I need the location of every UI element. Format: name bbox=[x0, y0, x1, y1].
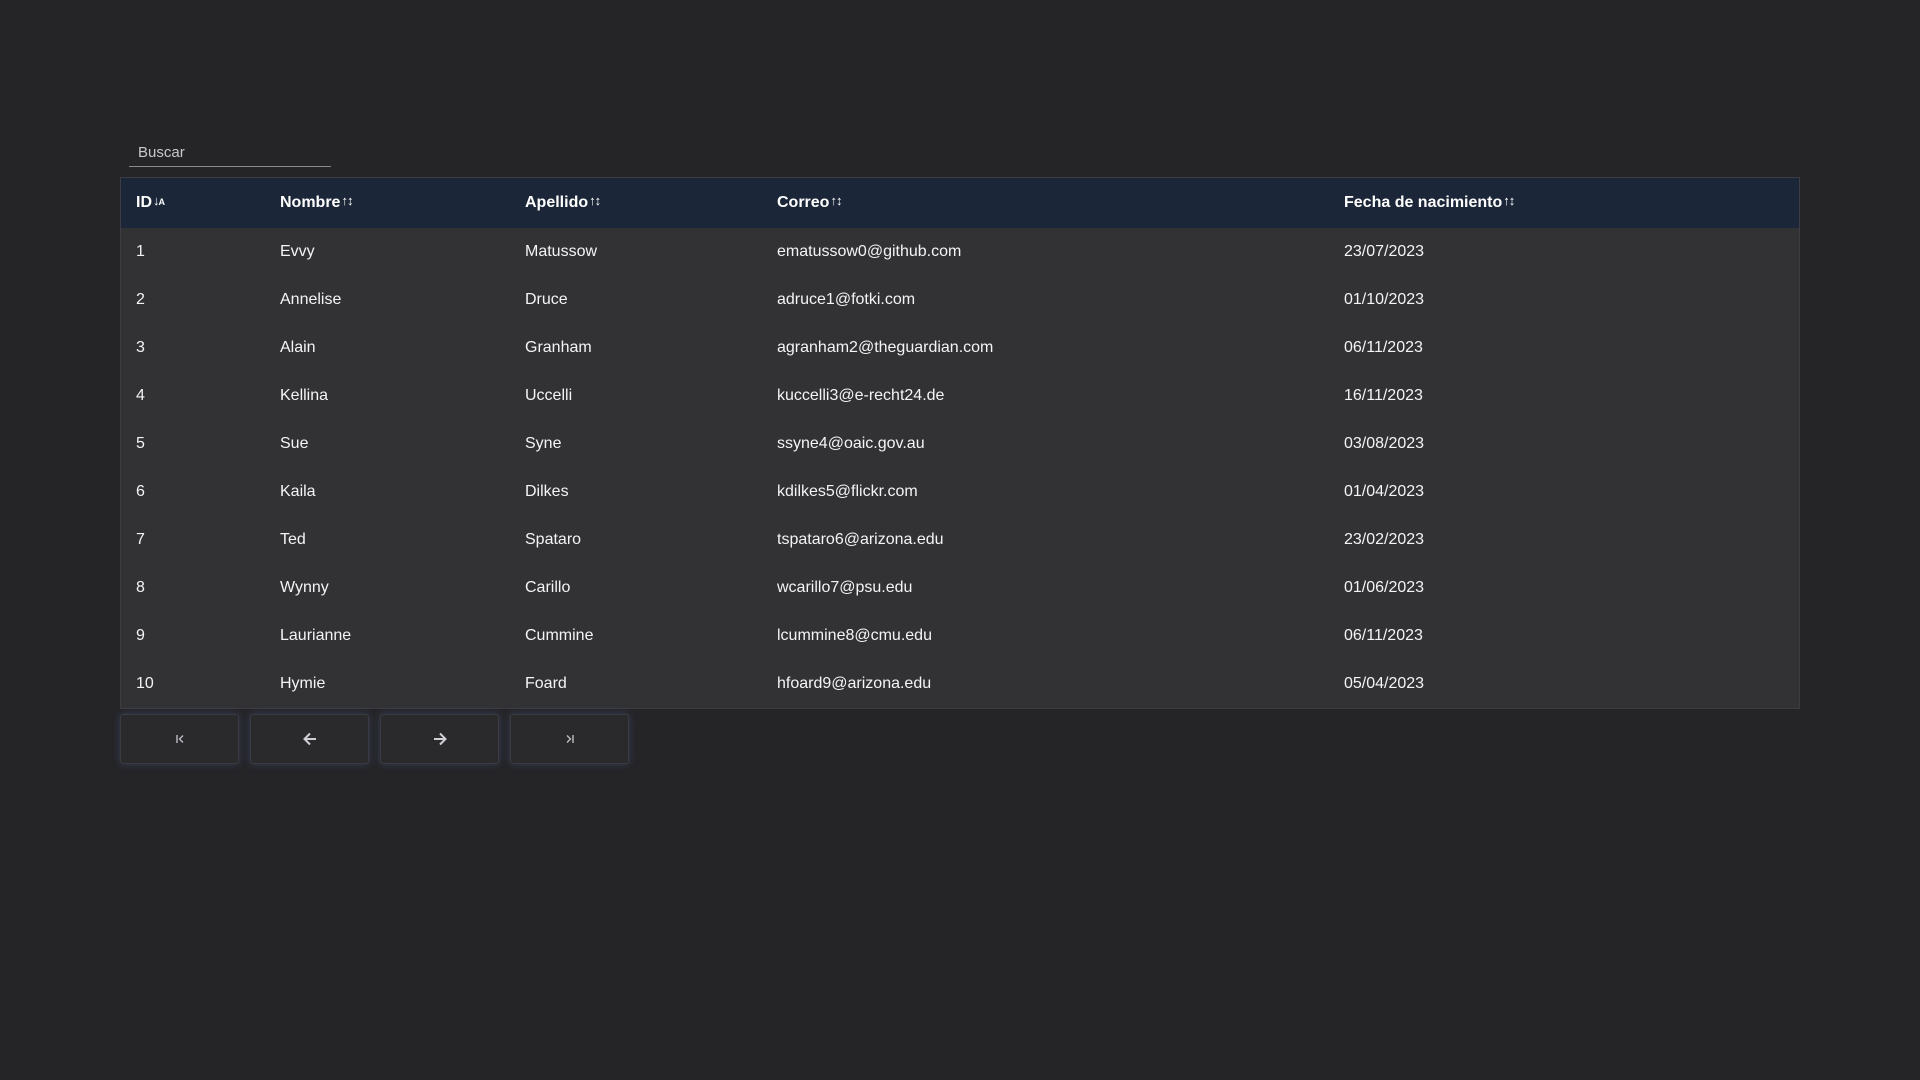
cell-fecha: 05/04/2023 bbox=[1344, 675, 1425, 692]
cell-apellido: Syne bbox=[525, 435, 562, 452]
cell-fecha: 01/04/2023 bbox=[1344, 483, 1425, 500]
cell-correo: wcarillo7@psu.edu bbox=[777, 579, 913, 596]
cell-correo: hfoard9@arizona.edu bbox=[777, 675, 932, 692]
search-field bbox=[129, 134, 331, 167]
column-header-label: Correo bbox=[777, 194, 830, 211]
last-page-icon bbox=[564, 733, 576, 745]
first-page-icon bbox=[174, 733, 186, 745]
next-page-button[interactable] bbox=[380, 714, 499, 764]
cell-apellido: Druce bbox=[525, 291, 568, 308]
table-row[interactable]: 1 Evvy Matussow ematussow0@github.com 23/07/… bbox=[121, 228, 1799, 276]
cell-correo: tspataro6@arizona.edu bbox=[777, 531, 944, 548]
previous-page-button[interactable] bbox=[250, 714, 369, 764]
column-header-label: Apellido bbox=[525, 194, 589, 211]
cell-nombre: Hymie bbox=[280, 675, 326, 692]
sort-descending-icon: ↓A bbox=[153, 193, 165, 208]
table-row[interactable]: 7 Ted Spataro tspataro6@arizona.edu 23/02/20… bbox=[121, 516, 1799, 564]
column-header-correo[interactable]: Correo↑↕ bbox=[762, 178, 1329, 228]
cell-id: 8 bbox=[136, 579, 145, 596]
cell-apellido: Granham bbox=[525, 339, 592, 356]
cell-fecha: 01/10/2023 bbox=[1344, 291, 1425, 308]
cell-id: 5 bbox=[136, 435, 145, 452]
table-row[interactable]: 5 Sue Syne ssyne4@oaic.gov.au 03/08/2023 bbox=[121, 420, 1799, 468]
table-row[interactable]: 10 Hymie Foard hfoard9@arizona.edu 05/04/202… bbox=[121, 660, 1799, 708]
cell-correo: kuccelli3@e-recht24.de bbox=[777, 387, 945, 404]
column-header-id[interactable]: ID↓A bbox=[121, 178, 265, 228]
cell-apellido: Carillo bbox=[525, 579, 571, 596]
column-header-label: Nombre bbox=[280, 194, 341, 211]
cell-fecha: 06/11/2023 bbox=[1344, 627, 1423, 644]
cell-fecha: 01/06/2023 bbox=[1344, 579, 1425, 596]
cell-nombre: Evvy bbox=[280, 243, 315, 260]
cell-apellido: Uccelli bbox=[525, 387, 573, 404]
last-page-button[interactable] bbox=[510, 714, 629, 764]
column-header-label: ID bbox=[136, 194, 152, 211]
cell-fecha: 16/11/2023 bbox=[1344, 387, 1423, 404]
cell-correo: adruce1@fotki.com bbox=[777, 291, 916, 308]
cell-fecha: 06/11/2023 bbox=[1344, 339, 1423, 356]
cell-id: 9 bbox=[136, 627, 145, 644]
sort-icon: ↑↕ bbox=[830, 193, 842, 208]
table-row[interactable]: 2 Annelise Druce adruce1@fotki.com 01/10/202… bbox=[121, 276, 1799, 324]
sort-icon: ↑↕ bbox=[341, 193, 353, 208]
cell-correo: ssyne4@oaic.gov.au bbox=[777, 435, 925, 452]
table-header-row: ID↓A Nombre↑↕ Apellido↑↕ Correo↑↕ Fecha … bbox=[121, 178, 1799, 228]
cell-correo: ematussow0@github.com bbox=[777, 243, 962, 260]
cell-correo: agranham2@theguardian.com bbox=[777, 339, 994, 356]
first-page-button[interactable] bbox=[120, 714, 239, 764]
cell-nombre: Kellina bbox=[280, 387, 329, 404]
column-header-nombre[interactable]: Nombre↑↕ bbox=[265, 178, 510, 228]
cell-apellido: Dilkes bbox=[525, 483, 569, 500]
arrow-right-icon bbox=[432, 731, 448, 747]
cell-apellido: Cummine bbox=[525, 627, 594, 644]
cell-id: 10 bbox=[136, 675, 154, 692]
cell-apellido: Spataro bbox=[525, 531, 582, 548]
column-header-apellido[interactable]: Apellido↑↕ bbox=[510, 178, 762, 228]
table-row[interactable]: 3 Alain Granham agranham2@theguardian.com 06… bbox=[121, 324, 1799, 372]
cell-fecha: 23/07/2023 bbox=[1344, 243, 1425, 260]
cell-id: 4 bbox=[136, 387, 145, 404]
sort-icon: ↑↕ bbox=[589, 193, 601, 208]
cell-apellido: Foard bbox=[525, 675, 567, 692]
cell-nombre: Annelise bbox=[280, 291, 342, 308]
cell-correo: lcummine8@cmu.edu bbox=[777, 627, 932, 644]
search-input[interactable] bbox=[129, 134, 331, 166]
sort-icon: ↑↕ bbox=[1503, 193, 1515, 208]
cell-apellido: Matussow bbox=[525, 243, 598, 260]
table-body: 1 Evvy Matussow ematussow0@github.com 23/07/… bbox=[121, 228, 1799, 708]
cell-id: 3 bbox=[136, 339, 145, 356]
column-header-fecha-de-nacimiento[interactable]: Fecha de nacimiento↑↕ bbox=[1329, 178, 1799, 228]
cell-nombre: Ted bbox=[280, 531, 306, 548]
cell-id: 2 bbox=[136, 291, 145, 308]
cell-correo: kdilkes5@flickr.com bbox=[777, 483, 918, 500]
table-row[interactable]: 6 Kaila Dilkes kdilkes5@flickr.com 01/04/202… bbox=[121, 468, 1799, 516]
cell-id: 6 bbox=[136, 483, 145, 500]
table-row[interactable]: 4 Kellina Uccelli kuccelli3@e-recht24.de 16/… bbox=[121, 372, 1799, 420]
column-header-label: Fecha de nacimiento bbox=[1344, 194, 1503, 211]
cell-nombre: Sue bbox=[280, 435, 309, 452]
arrow-left-icon bbox=[302, 731, 318, 747]
cell-id: 1 bbox=[136, 243, 145, 260]
cell-nombre: Wynny bbox=[280, 579, 329, 596]
table-row[interactable]: 8 Wynny Carillo wcarillo7@psu.edu 01/06/2023 bbox=[121, 564, 1799, 612]
cell-nombre: Kaila bbox=[280, 483, 316, 500]
data-table: ID↓A Nombre↑↕ Apellido↑↕ Correo↑↕ Fecha … bbox=[120, 177, 1800, 709]
cell-fecha: 23/02/2023 bbox=[1344, 531, 1425, 548]
cell-nombre: Laurianne bbox=[280, 627, 352, 644]
cell-id: 7 bbox=[136, 531, 145, 548]
cell-fecha: 03/08/2023 bbox=[1344, 435, 1425, 452]
cell-nombre: Alain bbox=[280, 339, 316, 356]
table-row[interactable]: 9 Laurianne Cummine lcummine8@cmu.edu 06/11/… bbox=[121, 612, 1799, 660]
pagination bbox=[120, 714, 629, 764]
